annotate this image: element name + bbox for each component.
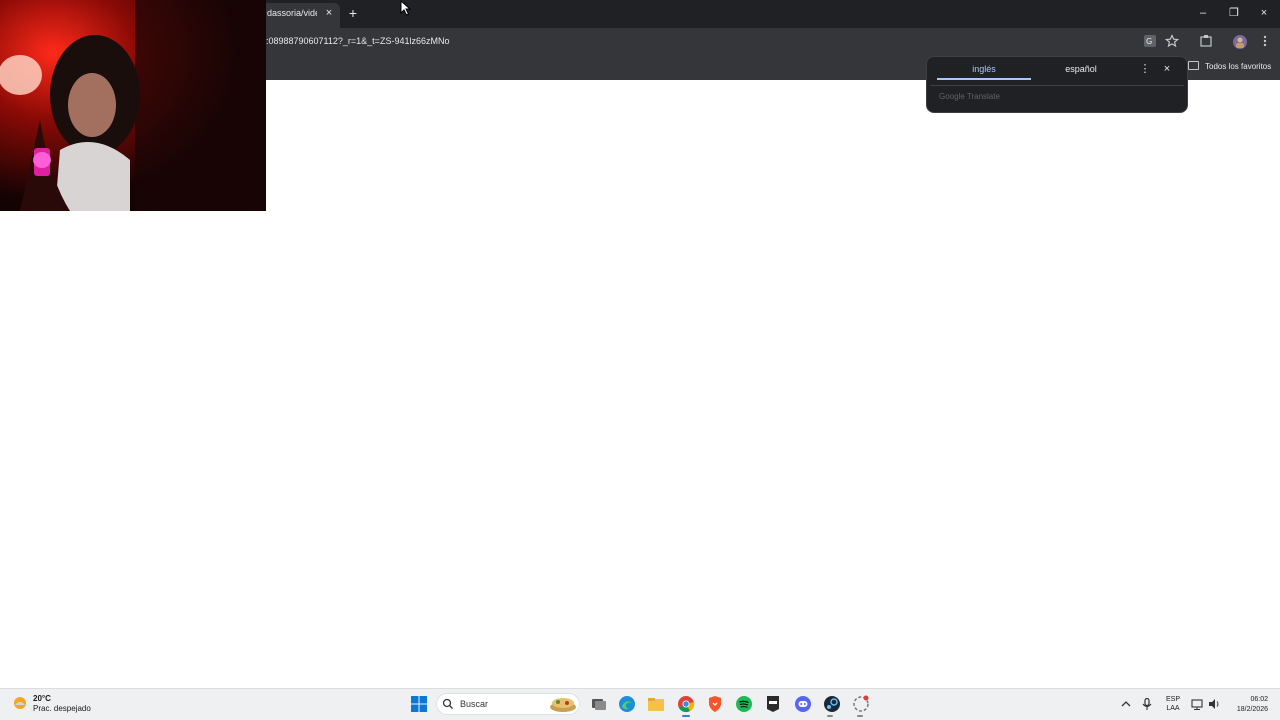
- taskbar: [0, 688, 1280, 720]
- all-bookmarks-link[interactable]: Todos los favoritos: [1205, 62, 1271, 71]
- file-explorer-icon[interactable]: [647, 695, 665, 713]
- steam-running-indicator: [827, 715, 833, 717]
- menu-icon[interactable]: [1257, 34, 1273, 50]
- folder-icon: [1188, 61, 1199, 70]
- clock-time[interactable]: 06:02: [1222, 695, 1268, 704]
- weather-temperature: 20°C: [33, 694, 51, 703]
- chrome-icon[interactable]: [677, 695, 695, 713]
- tab-title: dassoria/vide: [267, 8, 317, 18]
- weather-icon[interactable]: [12, 695, 28, 711]
- epic-games-icon[interactable]: [764, 695, 782, 713]
- translate-icon[interactable]: G: [1142, 34, 1158, 50]
- webcam-overlay: [0, 0, 266, 211]
- search-label: Buscar: [460, 699, 489, 709]
- volume-icon[interactable]: [1207, 697, 1221, 711]
- keyboard-layout: LAA: [1166, 705, 1180, 712]
- address-bar[interactable]: :08988790607112?_r=1&_t=ZS-941lz66zMNo: [266, 36, 449, 46]
- star-icon[interactable]: [1164, 34, 1180, 50]
- input-language-indicator[interactable]: ESP LAA: [1162, 695, 1184, 713]
- translate-close-icon[interactable]: ×: [1160, 62, 1174, 76]
- brave-icon[interactable]: [706, 695, 724, 713]
- network-icon[interactable]: [1190, 697, 1204, 711]
- steam-icon[interactable]: [823, 695, 841, 713]
- other-app-running-indicator: [857, 715, 863, 717]
- close-window-button[interactable]: ×: [1253, 5, 1275, 21]
- chrome-active-indicator: [682, 715, 690, 717]
- discord-icon[interactable]: [794, 695, 812, 713]
- maximize-button[interactable]: ❐: [1223, 5, 1245, 21]
- microphone-icon[interactable]: [1140, 697, 1154, 711]
- translate-menu-icon[interactable]: ⋮: [1138, 62, 1152, 76]
- windows-start-icon[interactable]: [410, 695, 428, 713]
- other-app-icon[interactable]: [852, 695, 870, 713]
- task-view-icon[interactable]: [590, 695, 608, 713]
- popup-divider: [930, 85, 1184, 86]
- show-hidden-icons-chevron-icon[interactable]: [1119, 697, 1133, 711]
- widgets-food-icon[interactable]: [548, 695, 578, 713]
- extensions-icon[interactable]: [1198, 34, 1214, 50]
- active-tab-indicator: [937, 78, 1031, 80]
- new-tab-button[interactable]: +: [346, 5, 360, 21]
- tab-close-icon[interactable]: ×: [322, 6, 336, 20]
- translate-footer: Google Translate: [939, 92, 1000, 101]
- edge-icon[interactable]: [618, 695, 636, 713]
- minimize-button[interactable]: –: [1192, 5, 1214, 21]
- svg-text:G: G: [1146, 37, 1152, 46]
- search-icon: [442, 697, 454, 709]
- language-code: ESP: [1165, 696, 1180, 703]
- profile-icon[interactable]: [1232, 34, 1248, 50]
- weather-description: Prac. despejado: [33, 704, 91, 713]
- translate-target-tab[interactable]: español: [1036, 62, 1126, 80]
- mouse-cursor-icon: [400, 0, 412, 16]
- clock-date[interactable]: 18/2/2026: [1222, 705, 1268, 714]
- spotify-icon[interactable]: [735, 695, 753, 713]
